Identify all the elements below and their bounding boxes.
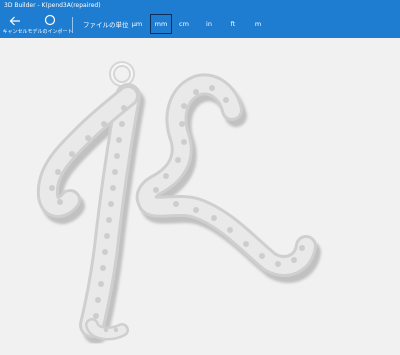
- toolbar: キャンセル モデルのインポート ファイルの単位 μm mm cm in ft m: [0, 12, 400, 38]
- import-model-button[interactable]: モデルのインポート: [27, 12, 73, 38]
- circle-icon: [44, 12, 56, 26]
- back-arrow-icon: [9, 12, 21, 26]
- 3d-viewport[interactable]: [0, 38, 400, 355]
- unit-option-in[interactable]: in: [198, 14, 220, 34]
- import-label: モデルのインポート: [27, 29, 73, 35]
- unit-option-m[interactable]: m: [247, 14, 269, 34]
- window-title: 3D Builder - K(pend3A(repaired): [4, 2, 101, 9]
- file-unit-label: ファイルの単位: [83, 21, 129, 29]
- cancel-button[interactable]: キャンセル: [2, 12, 28, 38]
- toolbar-divider: [72, 17, 73, 33]
- unit-option-mm[interactable]: mm: [150, 14, 172, 34]
- cancel-label: キャンセル: [2, 29, 28, 35]
- unit-option-cm[interactable]: cm: [173, 14, 195, 34]
- title-bar: 3D Builder - K(pend3A(repaired): [0, 0, 400, 12]
- unit-option-ft[interactable]: ft: [222, 14, 244, 34]
- unit-option-um[interactable]: μm: [126, 14, 148, 34]
- letter-k-pendant-model[interactable]: [0, 38, 400, 355]
